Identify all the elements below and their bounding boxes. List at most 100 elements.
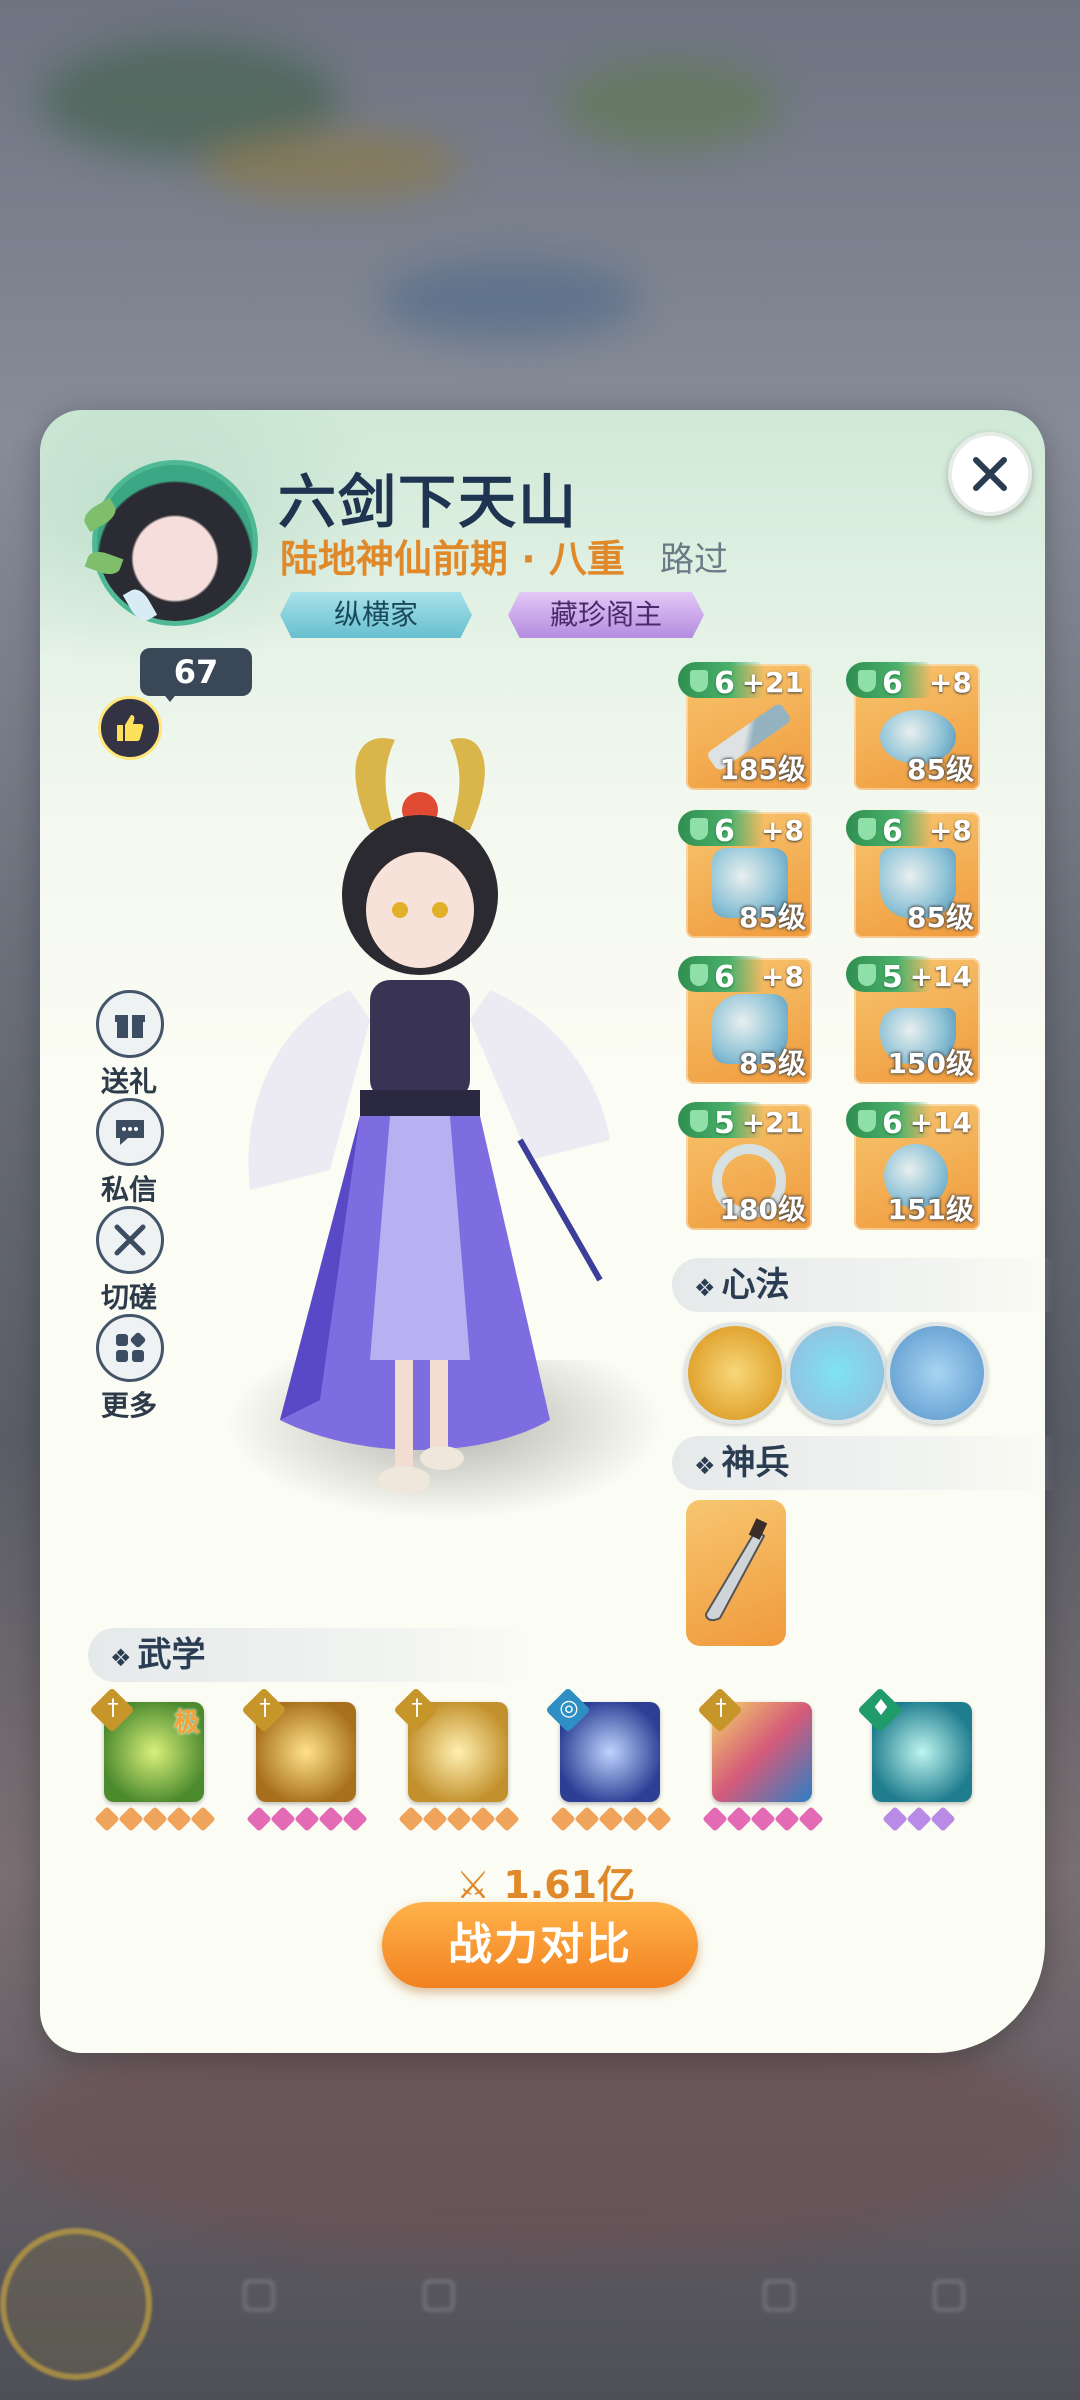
more-grid-icon (96, 1314, 164, 1382)
equip-plus: +21 (741, 1106, 804, 1139)
skill-stars (246, 1806, 368, 1832)
equip-level: 85级 (907, 753, 974, 786)
combat-power: ⚔ 1.61亿 (456, 1854, 635, 1909)
equip-level: 180级 (719, 1193, 806, 1226)
diamond-icon: ❖ (694, 1274, 716, 1302)
shield-icon (858, 670, 876, 692)
skill-stars (550, 1806, 672, 1832)
equip-slot-gloves[interactable]: 6 +8 85级 (678, 956, 812, 1084)
equip-level: 85级 (907, 901, 974, 934)
skill-rank: 极 (173, 1708, 200, 1738)
equip-stars: 6 (714, 666, 735, 701)
divine-weapon-slot[interactable] (686, 1500, 786, 1646)
equip-slot-amulet[interactable]: 6 +14 151级 (846, 1102, 980, 1230)
side-action-label: 切磋 (100, 1281, 157, 1314)
player-status: 路过 (660, 540, 728, 580)
equip-plus: +8 (929, 814, 972, 847)
tag-title-2[interactable]: 藏珍阁主 (508, 592, 704, 638)
equip-stars: 6 (714, 960, 735, 995)
mental-skill-3[interactable] (886, 1322, 988, 1424)
side-action-label: 送礼 (100, 1065, 157, 1098)
equip-stars: 6 (882, 1106, 903, 1141)
equip-stars: 6 (882, 666, 903, 701)
equip-slot-armor[interactable]: 6 +8 85级 (678, 810, 812, 938)
section-mental: ❖ 心法 (672, 1258, 1054, 1312)
diamond-icon: ❖ (694, 1452, 716, 1480)
mental-skill-1[interactable] (684, 1322, 786, 1424)
shield-icon (690, 670, 708, 692)
side-action-more[interactable]: 更多 (96, 1314, 164, 1424)
message-icon (96, 1098, 164, 1166)
sword-type-icon: † (107, 1696, 119, 1721)
tag-title-1[interactable]: 纵横家 (280, 592, 472, 638)
mental-skill-2[interactable] (786, 1322, 888, 1424)
section-weapon: ❖ 神兵 (672, 1436, 1054, 1490)
power-icon: ⚔ (456, 1863, 491, 1907)
martial-skill-2[interactable]: † (241, 1687, 356, 1802)
sword-type-icon: † (259, 1696, 271, 1721)
martial-skill-5[interactable]: † (697, 1687, 812, 1802)
player-realm: 陆地神仙前期 · 八重 (280, 537, 625, 581)
side-action-message[interactable]: 私信 (96, 1098, 164, 1208)
equip-plus: +8 (929, 666, 972, 699)
section-martial: ❖ 武学 (88, 1628, 530, 1682)
equip-level: 151级 (887, 1193, 974, 1226)
shield-icon (690, 1110, 708, 1132)
section-mental-title: 心法 (721, 1265, 790, 1305)
combat-power-value: 1.61亿 (503, 1863, 636, 1907)
thumbs-up-icon (117, 715, 144, 741)
martial-skill-3[interactable]: † (393, 1687, 508, 1802)
shield-icon (690, 964, 708, 986)
martial-skill-1[interactable]: † 极 (89, 1687, 204, 1802)
skill-stars (94, 1806, 216, 1832)
shield-icon (858, 818, 876, 840)
equip-plus: +21 (741, 666, 804, 699)
swirl-type-icon: ◎ (559, 1696, 579, 1721)
section-weapon-title: 神兵 (721, 1443, 790, 1483)
equip-stars: 6 (714, 814, 735, 849)
like-button[interactable] (98, 696, 162, 760)
side-action-label: 更多 (100, 1389, 157, 1422)
side-action-gift[interactable]: 送礼 (96, 990, 164, 1100)
equip-slot-boots[interactable]: 5 +14 150级 (846, 956, 980, 1084)
martial-skill-6[interactable]: ♦ (857, 1687, 972, 1802)
equip-stars: 6 (882, 814, 903, 849)
compare-power-button[interactable]: 战力对比 (382, 1902, 698, 1988)
close-button[interactable] (948, 432, 1032, 516)
side-action-duel[interactable]: 切磋 (96, 1206, 164, 1316)
equip-plus: +8 (761, 960, 804, 993)
close-icon (973, 457, 1007, 491)
player-name: 六剑下天山 (278, 468, 579, 536)
equip-slot-robe[interactable]: 6 +8 85级 (846, 810, 980, 938)
like-count: 67 (140, 648, 252, 702)
shield-icon (690, 818, 708, 840)
equip-plus: +14 (909, 960, 972, 993)
sword-type-icon: † (715, 1696, 727, 1721)
skill-stars (882, 1806, 956, 1832)
bottom-orb-icon (0, 2228, 152, 2380)
section-martial-title: 武学 (137, 1635, 206, 1675)
shield-icon (858, 964, 876, 986)
equip-level: 85级 (739, 1047, 806, 1080)
equip-slot-head[interactable]: 6 +8 85级 (846, 662, 980, 790)
crossed-swords-icon (96, 1206, 164, 1274)
equip-slot-weapon[interactable]: 6 +21 185级 (678, 662, 812, 790)
equip-level: 85级 (739, 901, 806, 934)
equip-level: 185级 (719, 753, 806, 786)
shield-icon (858, 1110, 876, 1132)
side-action-label: 私信 (100, 1173, 157, 1206)
equip-slot-ring[interactable]: 5 +21 180级 (678, 1102, 812, 1230)
equip-plus: +8 (761, 814, 804, 847)
martial-skill-4[interactable]: ◎ (545, 1687, 660, 1802)
gift-icon (96, 990, 164, 1058)
equip-level: 150级 (887, 1047, 974, 1080)
character-model[interactable] (220, 720, 660, 1520)
avatar[interactable] (80, 460, 258, 626)
leaf-type-icon: ♦ (871, 1696, 891, 1721)
skill-stars (702, 1806, 824, 1832)
equip-stars: 5 (882, 960, 903, 995)
diamond-icon: ❖ (110, 1644, 132, 1672)
blade-icon (704, 1518, 768, 1622)
sword-type-icon: † (411, 1696, 423, 1721)
equip-plus: +14 (909, 1106, 972, 1139)
